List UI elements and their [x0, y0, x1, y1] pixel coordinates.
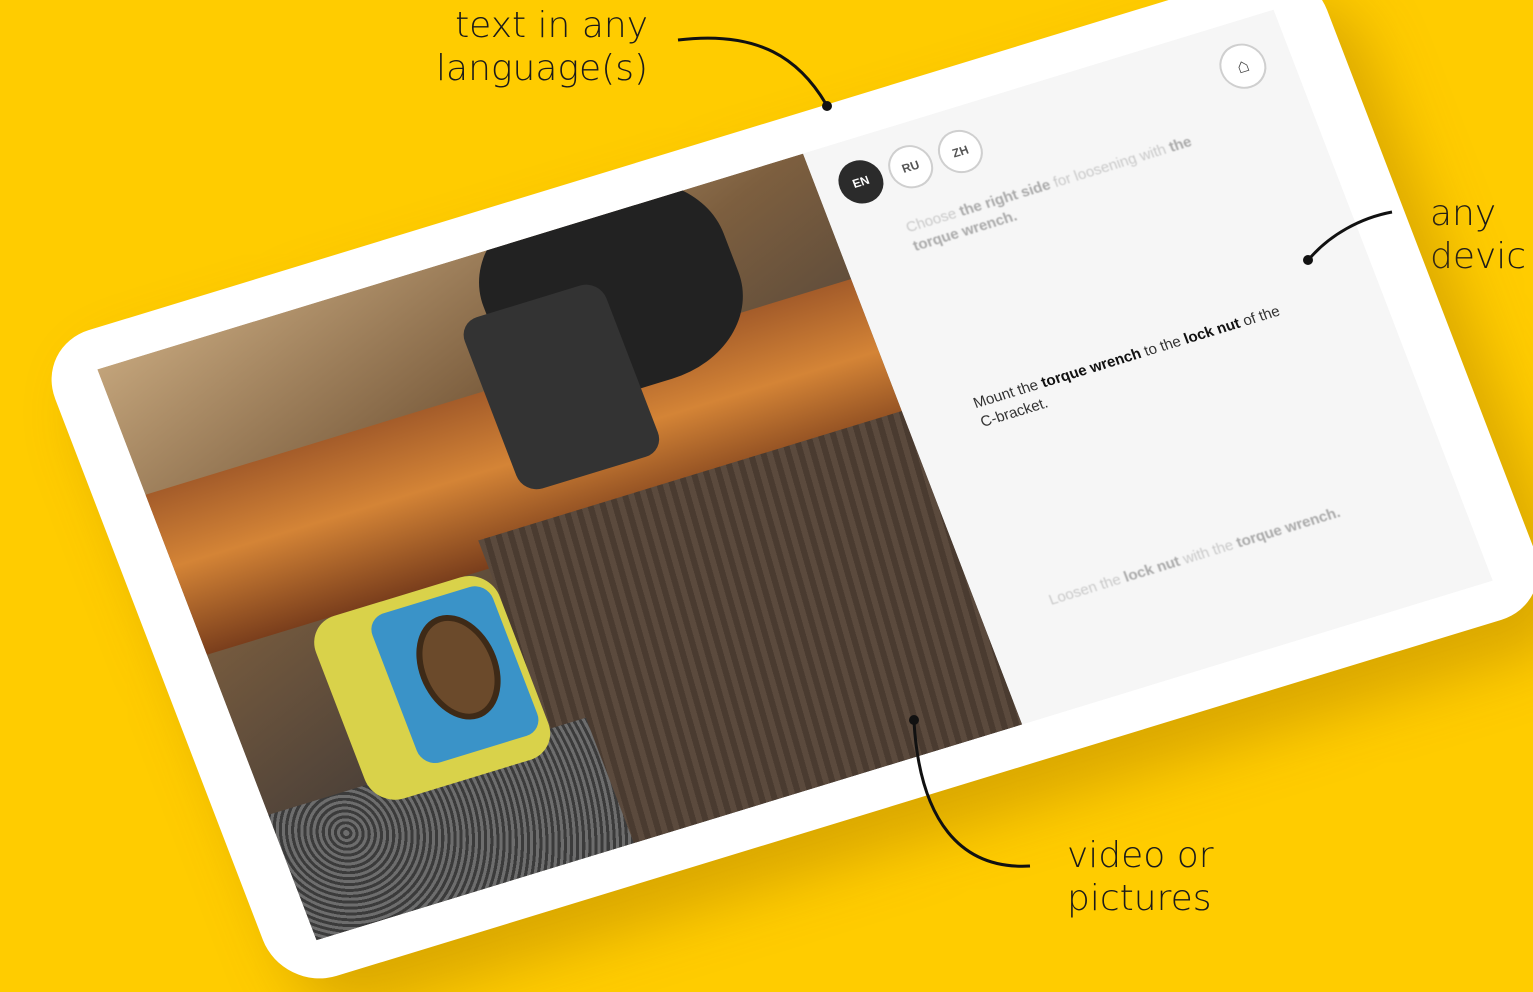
video-arrow	[912, 721, 1031, 868]
video-arrow-dot	[909, 715, 919, 725]
language-arrow-dot	[822, 101, 832, 111]
device-arrow-dot	[1303, 255, 1313, 265]
callout-arrows	[677, 36, 1393, 868]
device-arrow	[1308, 210, 1393, 259]
language-arrow	[677, 36, 828, 105]
